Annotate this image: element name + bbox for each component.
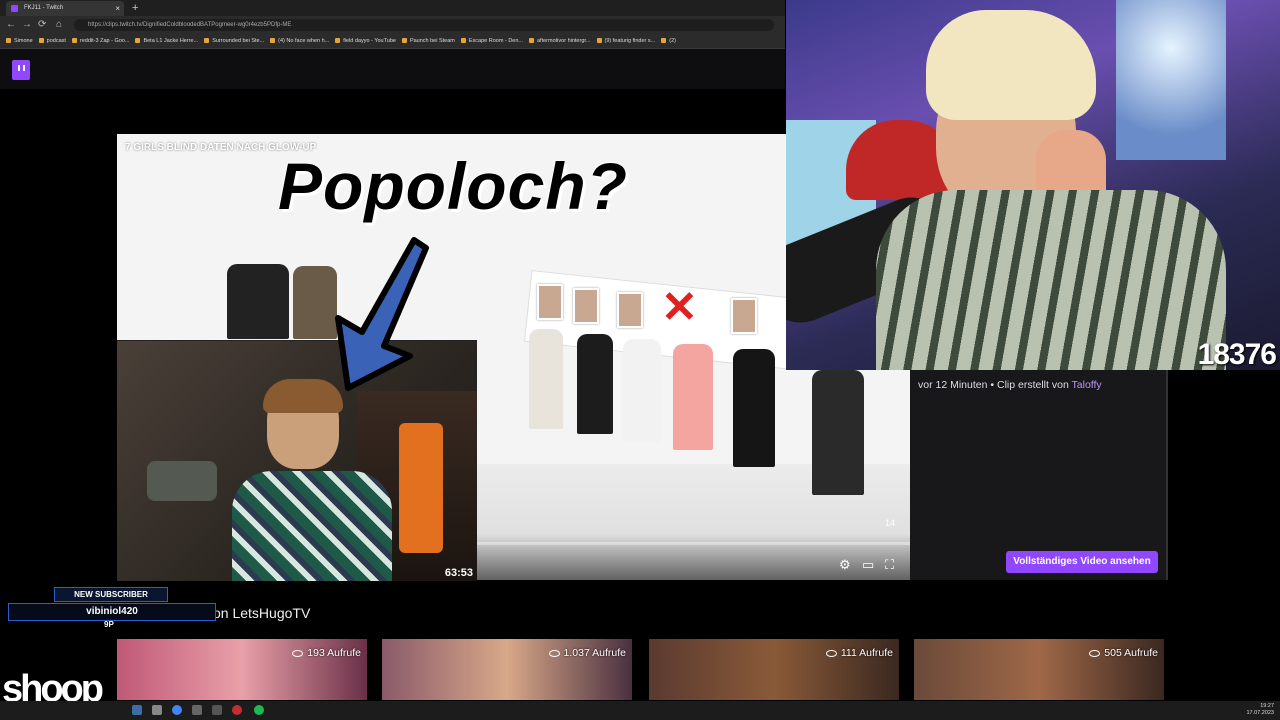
contestant (812, 370, 864, 495)
home-button[interactable]: ⌂ (56, 18, 62, 32)
bookmark-item[interactable]: field dayyo - YouTube (335, 34, 396, 48)
spotify-icon[interactable] (254, 705, 264, 715)
subscriber-tier: 9P (104, 620, 114, 629)
viewer-count: 18376 (1197, 338, 1277, 370)
browser-tab[interactable]: FKJ11 - Twitch × (6, 1, 124, 16)
fullscreen-icon[interactable]: ⛶ (885, 558, 894, 571)
clip-author-link[interactable]: Taloffy (1072, 379, 1102, 391)
bookmark-item[interactable]: aftermotivor hintergr... (529, 34, 591, 48)
eye-icon (825, 649, 837, 657)
board-photo (537, 284, 563, 320)
facecam-streamer: 18376 (786, 0, 1280, 370)
close-tab-icon[interactable]: × (115, 1, 120, 16)
clock-time: 19:27 (1260, 703, 1274, 709)
bookmark-item[interactable]: Simone (6, 34, 33, 48)
view-count-label: 1.037 Aufrufe (563, 647, 626, 659)
blue-arrow-icon (335, 237, 429, 391)
bookmark-item[interactable]: (9) featurig finder s... (597, 34, 656, 48)
contestant (623, 339, 661, 443)
twitch-logo-icon[interactable] (12, 60, 30, 80)
tab-title: FKJ11 - Twitch (24, 5, 64, 11)
clip-thumbnail[interactable]: 505 Aufrufe (914, 639, 1164, 700)
forward-button[interactable]: → (22, 18, 32, 32)
view-count-label: 111 Aufrufe (840, 647, 893, 659)
clip-thumbnail[interactable]: 1.037 Aufrufe (382, 639, 632, 700)
frame-badge: 14 (885, 518, 896, 528)
bookmark-item[interactable]: Paunch bei Steam (402, 34, 455, 48)
taskbar-app-icon[interactable] (152, 705, 162, 715)
board-photo (731, 298, 757, 334)
contestant (529, 329, 563, 429)
bookmark-item[interactable]: reddit-3 Zap - Goo... (72, 34, 130, 48)
contestant (733, 349, 775, 467)
bookmark-item[interactable]: Surrounded bei Ste... (204, 34, 264, 48)
video-controls: ⚙ ▭ ⛶ (477, 534, 910, 580)
taskbar-app-icon[interactable] (192, 705, 202, 715)
red-x-icon: ✕ (661, 283, 698, 332)
board-photo (617, 292, 643, 328)
streamer-striped-shirt (876, 190, 1226, 370)
contestant (673, 344, 713, 450)
microphone-arm (147, 461, 217, 501)
background-lights (1116, 0, 1226, 160)
bookmark-item[interactable]: (2) (661, 34, 676, 48)
twitch-top-nav (0, 49, 785, 89)
chair-orange-stripe (399, 423, 443, 553)
bookmarks-bar: Simone podcast reddit-3 Zap - Goo... Beta L… (0, 34, 785, 49)
twitch-favicon-icon (11, 5, 18, 12)
cast-icon[interactable]: ▭ (862, 558, 874, 571)
reload-button[interactable]: ⟳ (38, 18, 46, 32)
bookmark-item[interactable]: Escape Room - Den... (461, 34, 523, 48)
progress-bar[interactable] (477, 542, 910, 545)
view-count-label: 505 Aufrufe (1104, 647, 1158, 659)
board-photo (573, 288, 599, 324)
contestant (577, 334, 613, 434)
browser-tab-strip: FKJ11 - Twitch × + (0, 0, 785, 16)
windows-taskbar: 19:27 17.07.2023 (0, 701, 1280, 720)
clip-created-by: Clip erstellt von (997, 379, 1069, 391)
clip-thumbnail[interactable]: 193 Aufrufe (117, 639, 367, 700)
clip-thumbnail[interactable]: 111 Aufrufe (649, 639, 899, 700)
clock-date: 17.07.2023 (1246, 710, 1274, 716)
clip-meta: vor 12 Minuten • Clip erstellt von Talof… (918, 379, 1102, 391)
bookmark-item[interactable]: Beta L1 Jacke Herre... (135, 34, 198, 48)
streamer-blonde-hair (926, 10, 1096, 120)
system-clock[interactable]: 19:27 17.07.2023 (1246, 703, 1274, 717)
new-subscriber-alert: NEW SUBSCRIBER vibiniol420 9P (8, 587, 216, 635)
full-video-button[interactable]: Vollständiges Video ansehen (1006, 551, 1158, 573)
overlay-caption: Popoloch? (278, 149, 628, 223)
meta-separator: • (990, 379, 995, 391)
taskbar-app-icon[interactable] (232, 705, 242, 715)
taskbar-app-icon[interactable] (212, 705, 222, 715)
address-bar: ← → ⟳ ⌂ https://clips.twitch.tv/Dignifie… (0, 16, 785, 34)
eye-icon (292, 649, 304, 657)
new-tab-button[interactable]: + (132, 0, 138, 16)
subscriber-name: vibiniol420 (8, 603, 216, 621)
view-count: 505 Aufrufe (1089, 647, 1158, 659)
taskbar-app-icon[interactable] (132, 705, 142, 715)
eye-icon (548, 649, 560, 657)
view-count: 193 Aufrufe (292, 647, 361, 659)
bookmark-item[interactable]: podcast (39, 34, 66, 48)
url-input[interactable]: https://clips.twitch.tv/DignifiedColdblo… (74, 19, 774, 31)
clip-time-ago: vor 12 Minuten (918, 379, 988, 391)
couple-man (227, 264, 289, 339)
settings-gear-icon[interactable]: ⚙ (839, 558, 851, 571)
more-clips-title: on LetsHugoTV (213, 605, 311, 621)
eye-icon (1089, 649, 1101, 657)
chrome-icon[interactable] (172, 705, 182, 715)
bookmark-item[interactable]: (4) No face when h... (270, 34, 329, 48)
view-count: 1.037 Aufrufe (548, 647, 626, 659)
view-count: 111 Aufrufe (825, 647, 893, 659)
streamer-shirt (232, 471, 392, 581)
stream-timer: 63:53 (444, 567, 473, 579)
view-count-label: 193 Aufrufe (307, 647, 361, 659)
clip-info-panel: vor 12 Minuten • Clip erstellt von Talof… (910, 370, 1168, 580)
back-button[interactable]: ← (6, 18, 16, 32)
sub-alert-header: NEW SUBSCRIBER (54, 587, 168, 602)
